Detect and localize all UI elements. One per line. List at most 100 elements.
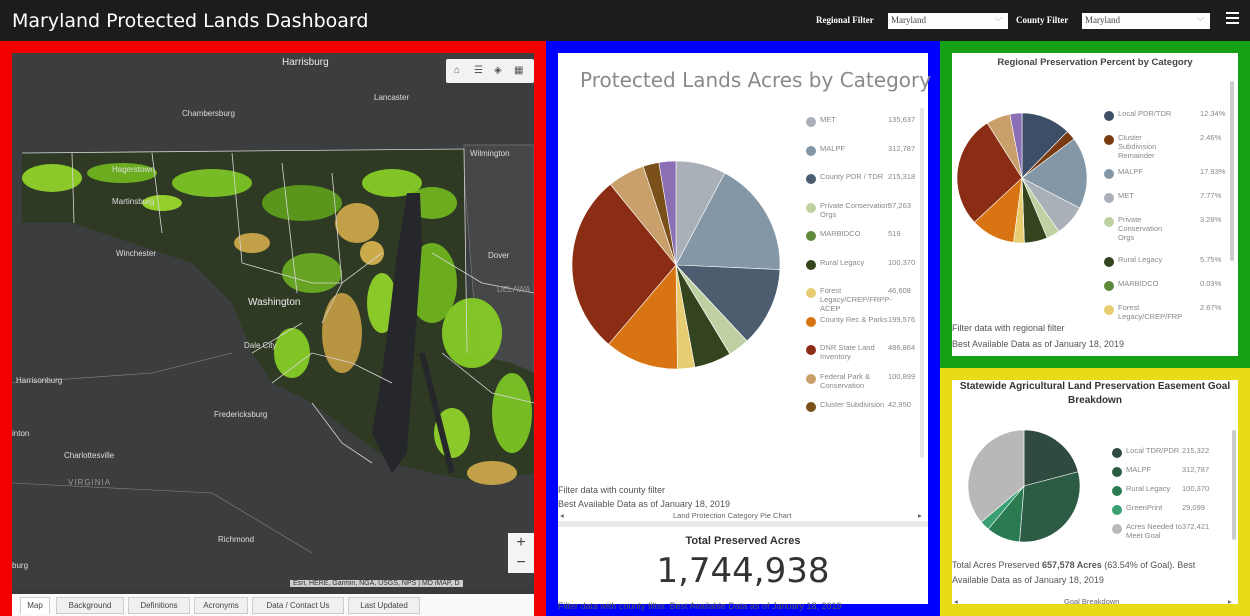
- legend-swatch: [806, 145, 816, 156]
- legend-swatch: [1104, 305, 1114, 315]
- legend-swatch: [806, 345, 816, 355]
- layers-icon[interactable]: ◈: [494, 65, 502, 76]
- legend-label: DNR State Land Inventory: [820, 343, 875, 361]
- tab-data-contact[interactable]: Data / Contact Us: [252, 597, 344, 614]
- map-label-lanton: inton: [12, 429, 30, 438]
- next-icon[interactable]: ▸: [918, 511, 922, 520]
- map-label-wilmington: Wilmington: [470, 149, 510, 158]
- legend-swatch: [1112, 448, 1122, 458]
- total-preserved-value: 1,744,938: [656, 551, 830, 591]
- legend-label: MARBIDCO: [820, 229, 861, 238]
- map-panel: Harrisburg Lancaster Chambersburg Wilmin…: [0, 41, 546, 616]
- legend-swatch: [806, 202, 816, 213]
- home-icon[interactable]: ⌂: [454, 65, 460, 76]
- legend-label: County Rec & Parks: [820, 314, 888, 324]
- pie2-note-date: Best Available Data as of January 18, 20…: [952, 339, 1124, 349]
- pie1-chart: [571, 160, 781, 370]
- map-label-martinsburg: Martinsburg: [112, 197, 155, 206]
- legend-swatch: [806, 373, 816, 384]
- list-icon[interactable]: ☰: [474, 65, 483, 76]
- regional-filter-select[interactable]: Maryland ⌵: [888, 13, 1008, 29]
- map-label-virginia: VIRGINIA: [68, 478, 112, 487]
- legend-label: MARBIDCO: [1118, 279, 1159, 288]
- legend-label: Local PDR/TDR: [1118, 109, 1172, 118]
- legend-label: Cluster Subdivision: [820, 400, 885, 409]
- legend-value: 5.75%: [1200, 255, 1222, 264]
- map-label-harrisonburg: Harrisonburg: [16, 376, 63, 385]
- county-filter-label: County Filter: [1016, 15, 1069, 25]
- pie2-chart: [956, 112, 1088, 244]
- pie1-nav-label: Land Protection Category Pie Chart: [673, 511, 792, 520]
- legend-label: County PDR / TDR: [820, 172, 884, 181]
- pie3-nav-label: Goal Breakdown: [1064, 597, 1120, 606]
- hamburger-menu-icon[interactable]: [1226, 12, 1239, 26]
- map-label-washington: Washington: [248, 297, 301, 308]
- legend-label: Cluster Subdivision Remainder: [1118, 133, 1157, 160]
- legend-swatch: [806, 259, 816, 270]
- tab-last-updated[interactable]: Last Updated: [348, 597, 420, 614]
- legend-label: Forest Legacy/CREP/FRP: [1118, 303, 1183, 321]
- legend-swatch: [1104, 257, 1114, 267]
- map-label-dover: Dover: [488, 251, 510, 260]
- chevron-down-icon: ⌵: [1196, 13, 1204, 24]
- tab-acronyms[interactable]: Acronyms: [194, 597, 248, 614]
- legend-swatch: [1112, 467, 1122, 477]
- map-label-lancaster: Lancaster: [374, 93, 410, 102]
- legend-swatch: [1104, 193, 1114, 203]
- county-filter-select[interactable]: Maryland ⌵: [1082, 13, 1210, 29]
- map-label-dale-city: Dale City: [244, 341, 277, 350]
- legend-label: MALPF: [820, 143, 846, 153]
- zoom-out-button[interactable]: −: [508, 553, 534, 573]
- goal-breakdown-panel: Statewide Agricultural Land Preservation…: [940, 368, 1250, 616]
- map-toolbar: ⌂ ☰ ◈ ▦: [446, 59, 534, 83]
- map-view[interactable]: Harrisburg Lancaster Chambersburg Wilmin…: [12, 53, 534, 588]
- legend-swatch: [1112, 524, 1122, 534]
- pie3-title: Statewide Agricultural Land Preservation…: [959, 381, 1231, 406]
- pie2-legend-scrollbar[interactable]: [1230, 81, 1234, 261]
- legend-swatch: [1112, 505, 1122, 515]
- legend-value: 100,370: [1182, 484, 1210, 493]
- legend-label: GreenPrint: [1126, 503, 1163, 512]
- pie3-legend-scrollbar[interactable]: [1232, 430, 1236, 540]
- legend-value: 215,318: [888, 172, 916, 181]
- zoom-in-button[interactable]: +: [508, 533, 534, 553]
- legend-label: MALPF: [1118, 167, 1144, 176]
- legend-label: Forest Legacy/CREP/FRPP-ACEP: [820, 286, 892, 313]
- legend-value: 2.46%: [1200, 133, 1222, 142]
- previous-icon[interactable]: ◂: [560, 511, 564, 520]
- basemap-icon[interactable]: ▦: [514, 65, 523, 76]
- map-label-harrisburg: Harrisburg: [282, 57, 329, 68]
- legend-swatch: [806, 117, 816, 127]
- legend-swatch: [1104, 111, 1114, 121]
- zoom-control: + −: [508, 533, 534, 573]
- next-icon[interactable]: ▸: [1228, 597, 1232, 606]
- legend-label: MET: [820, 115, 836, 124]
- legend-value: 12.34%: [1200, 109, 1226, 118]
- pie1-legend-scrollbar[interactable]: [920, 108, 924, 458]
- legend-value: 29,099: [1182, 503, 1205, 512]
- legend-value: 3.28%: [1200, 215, 1222, 224]
- legend-label: Private Conservation Orgs: [820, 200, 890, 219]
- legend-swatch: [1104, 281, 1114, 291]
- map-tab-bar: Map Background Definitions Acronyms Data…: [12, 594, 534, 616]
- tab-definitions[interactable]: Definitions: [128, 597, 190, 614]
- legend-value: 135,637: [888, 115, 916, 124]
- total-preserved-card: Total Preserved Acres 1,744,938 Filter d…: [558, 521, 928, 616]
- legend-swatch: [806, 174, 816, 184]
- pie2-title: Regional Preservation Percent by Categor…: [997, 57, 1193, 68]
- legend-swatch: [806, 231, 816, 241]
- regional-filter-label: Regional Filter: [816, 15, 874, 25]
- previous-icon[interactable]: ◂: [954, 597, 958, 606]
- legend-swatch: [1104, 169, 1114, 179]
- map-label-richmond: Richmond: [218, 535, 255, 544]
- legend-swatch: [806, 288, 816, 298]
- tab-map[interactable]: Map: [20, 597, 50, 614]
- legend-label: Private Conservation Orgs: [1118, 215, 1163, 242]
- map-label-burg: burg: [12, 561, 29, 570]
- tab-background[interactable]: Background: [56, 597, 124, 614]
- map-label-delaware: DELAWA: [497, 285, 531, 294]
- map-label-chambersburg: Chambersburg: [182, 109, 235, 118]
- legend-label: MALPF: [1126, 465, 1152, 474]
- legend-value: 312,787: [1182, 465, 1210, 474]
- map-canvas: [12, 53, 534, 588]
